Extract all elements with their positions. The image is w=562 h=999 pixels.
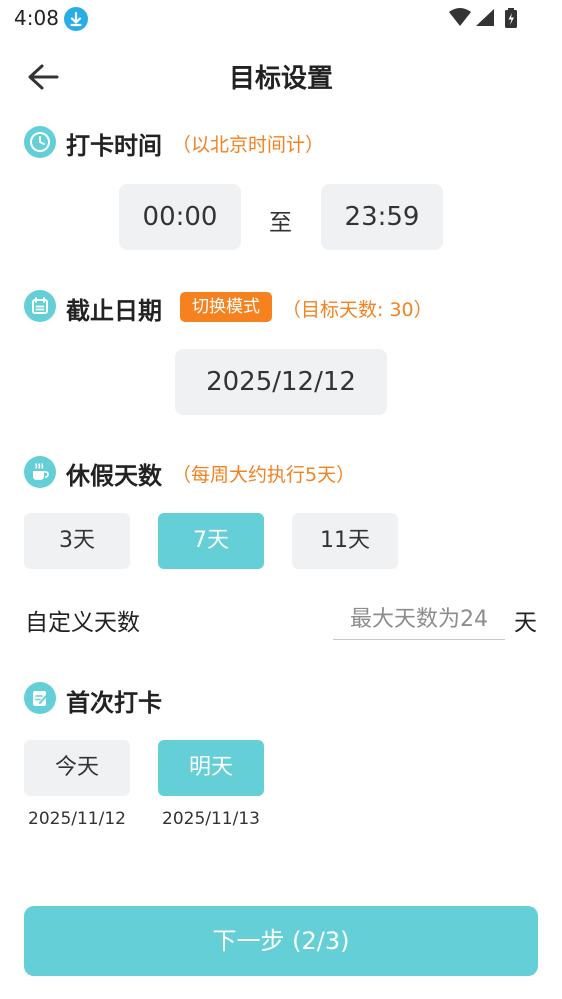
vacation-hint: （每周大约执行5天） (172, 464, 356, 486)
status-time: 4:08 (14, 6, 59, 30)
download-icon (64, 7, 88, 31)
checkin-time-hint: （以北京时间计） (172, 134, 325, 156)
wifi-icon (449, 8, 471, 26)
custom-days-label: 自定义天数 (25, 610, 140, 636)
vacation-title: 休假天数 (66, 462, 162, 490)
vacation-option-11[interactable]: 11天 (292, 513, 398, 569)
switch-mode-button[interactable]: 切换模式 (180, 292, 272, 322)
clock-icon (24, 126, 56, 158)
calendar-icon (24, 290, 56, 322)
first-checkin-tomorrow[interactable]: 明天 (158, 740, 264, 796)
start-time-picker[interactable]: 00:00 (119, 184, 241, 250)
deadline-date-picker[interactable]: 2025/12/12 (175, 349, 387, 415)
checkin-time-title: 打卡时间 (66, 132, 162, 160)
coffee-cup-icon (24, 456, 56, 488)
custom-days-input[interactable] (333, 600, 505, 640)
time-separator: 至 (269, 210, 292, 236)
page-title: 目标设置 (228, 64, 333, 94)
end-time-picker[interactable]: 23:59 (321, 184, 443, 250)
tomorrow-date: 2025/11/13 (162, 809, 260, 829)
system-indicators (448, 7, 528, 35)
today-date: 2025/11/12 (28, 809, 126, 829)
cellular-signal-icon (476, 9, 494, 26)
edit-note-icon (24, 682, 56, 714)
custom-days-unit: 天 (514, 610, 537, 636)
vacation-option-7[interactable]: 7天 (158, 513, 264, 569)
deadline-title: 截止日期 (66, 297, 162, 325)
first-checkin-today[interactable]: 今天 (24, 740, 130, 796)
first-checkin-title: 首次打卡 (66, 689, 162, 717)
next-step-button[interactable]: 下一步 (2/3) (24, 906, 538, 976)
deadline-hint: （目标天数: 30） (282, 299, 433, 321)
battery-icon (505, 8, 517, 28)
vacation-option-3[interactable]: 3天 (24, 513, 130, 569)
